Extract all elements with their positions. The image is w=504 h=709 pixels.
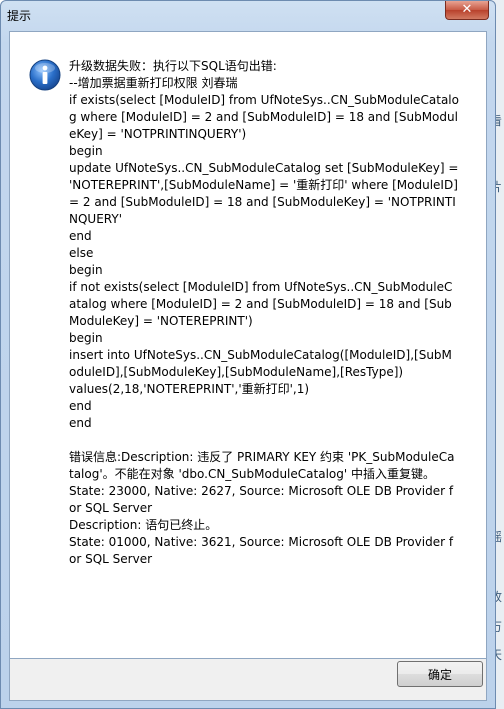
dialog-footer: 确定: [9, 659, 487, 701]
message-sql-text: 升级数据失败：执行以下SQL语句出错: --增加票据重新打印权限 刘春瑞 if …: [69, 59, 459, 430]
dialog-content: 升级数据失败：执行以下SQL语句出错: --增加票据重新打印权限 刘春瑞 if …: [9, 31, 487, 659]
dialog-titlebar[interactable]: 提示 ✕: [1, 1, 495, 29]
message-dialog: 提示 ✕ 升级数据失败：执行以下SQL语句出错: --增加票据重新打印权限 刘春…: [0, 0, 496, 709]
dialog-title: 提示: [7, 9, 32, 23]
info-icon: [29, 59, 61, 91]
ok-button[interactable]: 确定: [397, 661, 483, 687]
message-error-text: 错误信息:Description: 违反了 PRIMARY KEY 约束 'PK…: [69, 450, 455, 566]
close-icon: ✕: [461, 2, 473, 17]
dialog-message: 升级数据失败：执行以下SQL语句出错: --增加票据重新打印权限 刘春瑞 if …: [69, 58, 459, 568]
close-button[interactable]: ✕: [445, 1, 489, 20]
